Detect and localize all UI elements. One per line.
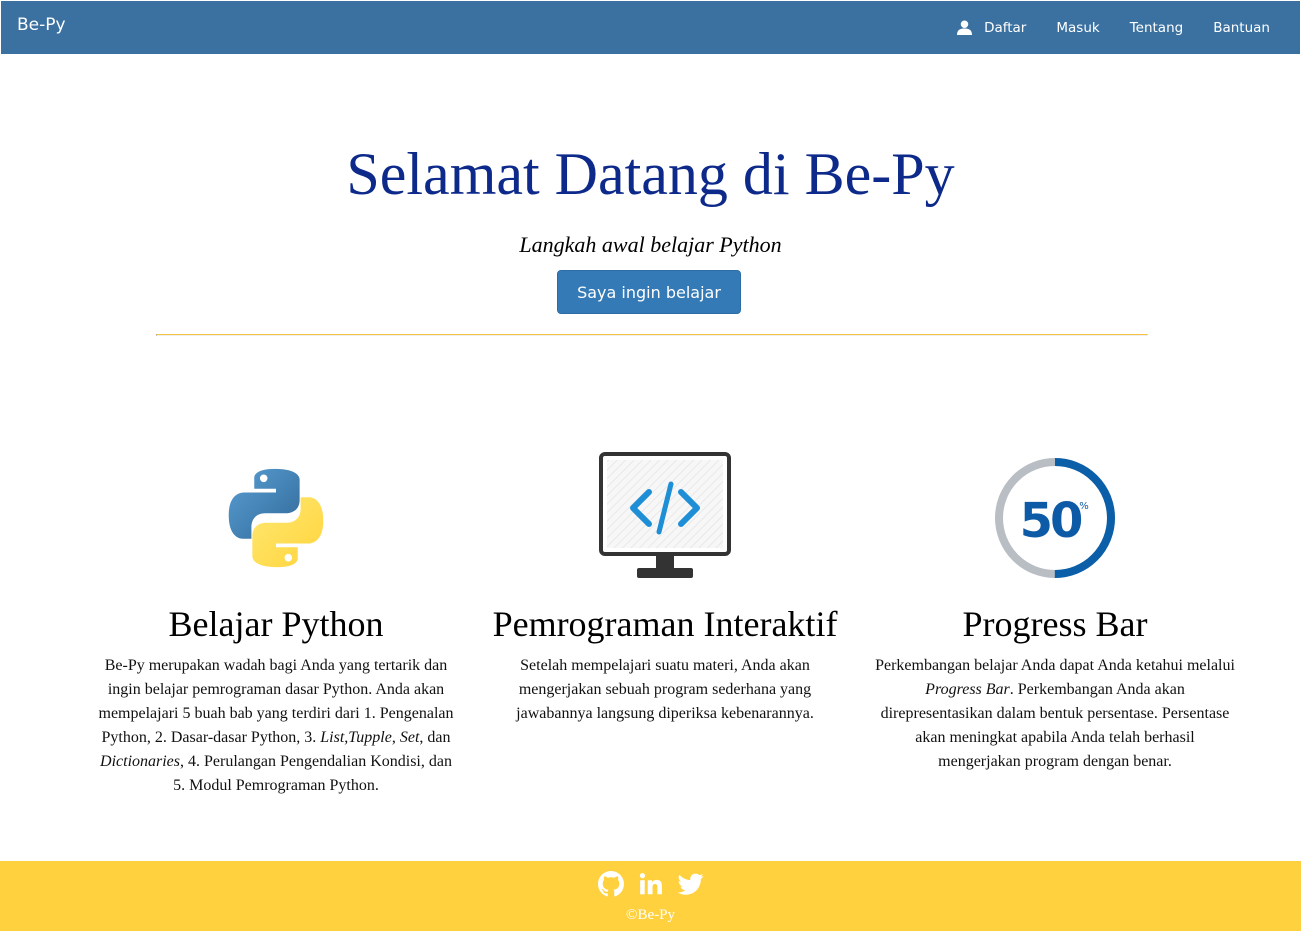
nav-item-daftar[interactable]: Daftar	[957, 20, 1026, 36]
progress-unit: %	[1079, 501, 1089, 512]
nav-item-bantuan[interactable]: Bantuan	[1213, 20, 1270, 36]
github-icon[interactable]	[597, 871, 624, 897]
feature-title: Pemrograman Interaktif	[492, 604, 838, 644]
feature-description: Be-Py merupakan wadah bagi Anda yang ter…	[98, 657, 454, 794]
hero-title: Selamat Datang di Be-Py	[346, 141, 955, 207]
copyright: ©Be-Py	[626, 907, 675, 923]
progress-value: 50	[1020, 493, 1082, 549]
hero-divider	[156, 334, 1148, 336]
nav-item-tentang[interactable]: Tentang	[1130, 20, 1184, 36]
hero-subtitle: Langkah awal belajar Python	[519, 232, 782, 257]
feature-description: Setelah mempelajari suatu materi, Anda a…	[516, 657, 814, 722]
nav-item-masuk[interactable]: Masuk	[1056, 20, 1099, 36]
brand-link[interactable]: Be-Py	[17, 15, 66, 35]
linkedin-icon[interactable]	[638, 871, 664, 897]
feature-interactive: Pemrograman Interaktif Setelah mempelaja…	[480, 452, 850, 726]
feature-progress: 50 % Progress Bar Perkembangan belajar A…	[870, 452, 1240, 774]
monitor-code-icon	[480, 452, 850, 584]
footer: ©Be-Py	[0, 861, 1301, 931]
feature-python: Belajar Python Be-Py merupakan wadah bag…	[91, 452, 461, 798]
start-learning-button[interactable]: Saya ingin belajar	[557, 270, 741, 314]
python-logo-icon	[91, 452, 461, 584]
feature-title: Belajar Python	[168, 604, 384, 644]
nav-item-label: Daftar	[984, 19, 1027, 36]
user-icon	[957, 20, 973, 35]
navbar: Be-Py Daftar Masuk Tentang Bantuan	[1, 1, 1300, 54]
twitter-icon[interactable]	[677, 871, 704, 897]
feature-title: Progress Bar	[962, 604, 1148, 644]
social-links	[0, 871, 1301, 897]
nav-menu: Daftar Masuk Tentang Bantuan	[957, 1, 1270, 54]
progress-circle-icon: 50 %	[870, 452, 1240, 584]
feature-description: Perkembangan belajar Anda dapat Anda ket…	[875, 657, 1235, 770]
